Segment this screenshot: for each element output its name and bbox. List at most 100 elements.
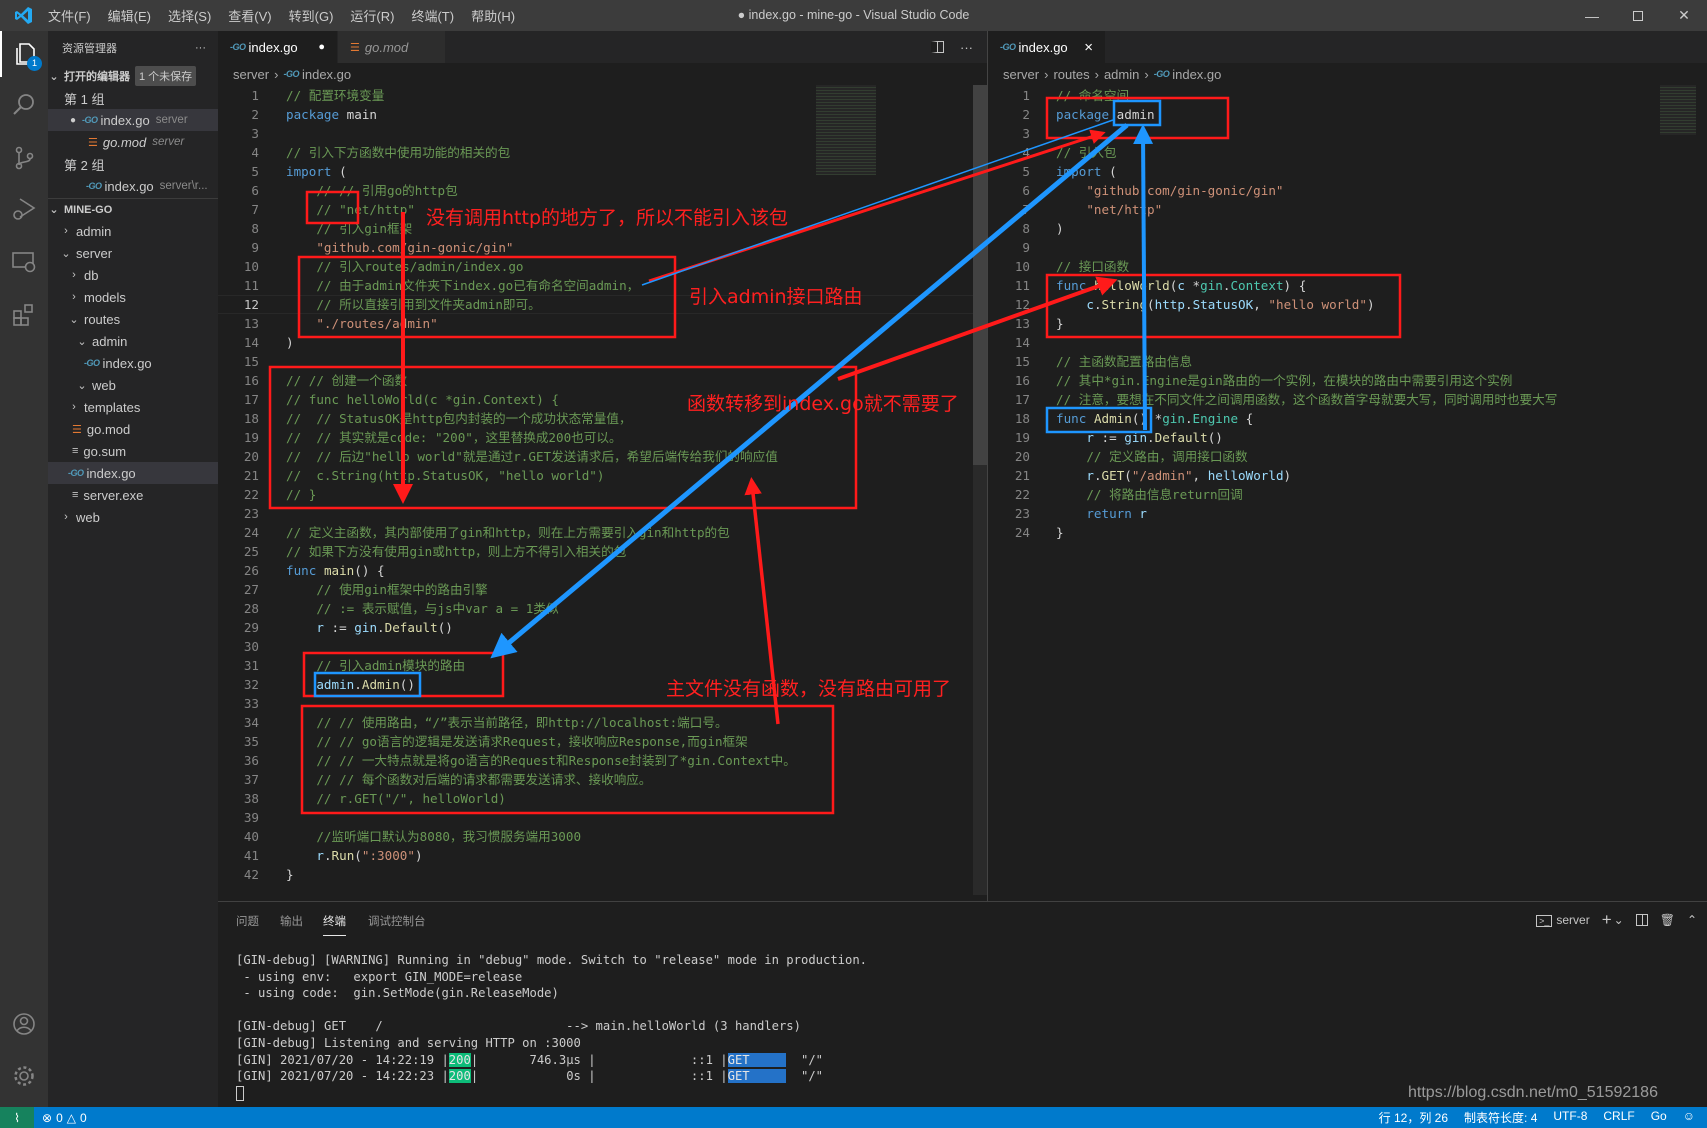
source-control-button[interactable]: [0, 135, 48, 181]
code-line[interactable]: 2 package main: [218, 105, 973, 124]
tab-size[interactable]: 制表符长度: 4: [1464, 1109, 1537, 1126]
tree-file-server-exe[interactable]: ≡ server.exe: [48, 484, 218, 506]
tree-folder-admin[interactable]: › admin: [48, 220, 218, 242]
code-line[interactable]: 18 func Admin() *gin.Engine {: [988, 409, 1688, 428]
code-line[interactable]: 6 "github.com/gin-gonic/gin": [988, 181, 1688, 200]
code-line[interactable]: 22 // 将路由信息return回调: [988, 485, 1688, 504]
code-line[interactable]: 16 // // 创建一个函数: [218, 371, 973, 390]
tab-index-go[interactable]: -GO index.go ●: [218, 31, 338, 63]
code-line[interactable]: 23: [218, 504, 973, 523]
tree-folder-templates[interactable]: › templates: [48, 396, 218, 418]
explorer-button[interactable]: 1: [0, 31, 48, 77]
accounts-button[interactable]: [0, 1001, 48, 1047]
tree-file-go-mod[interactable]: ☰ go.mod: [48, 418, 218, 440]
code-line[interactable]: 15: [218, 352, 973, 371]
code-line[interactable]: 3: [988, 124, 1688, 143]
feedback-icon[interactable]: ☺: [1683, 1109, 1695, 1126]
open-editor-go-mod[interactable]: ☰ go.mod server: [48, 131, 218, 153]
split-terminal-icon[interactable]: [1635, 914, 1648, 926]
code-line[interactable]: 13 "./routes/admin": [218, 314, 973, 333]
code-line[interactable]: 16 // 其中*gin.Engine是gin路由的一个实例，在模块的路由中需要引…: [988, 371, 1688, 390]
code-line[interactable]: 5 import (: [218, 162, 973, 181]
code-line[interactable]: 41 r.Run(":3000"): [218, 846, 973, 865]
menu-help[interactable]: 帮助(H): [471, 6, 515, 25]
close-tab-icon[interactable]: ×: [1084, 39, 1093, 56]
code-line[interactable]: 21 r.GET("/admin", helloWorld): [988, 466, 1688, 485]
right-code-area[interactable]: 1// 命名空间 2 package admin 3 4// 引入包 5 import (6…: [988, 86, 1688, 542]
code-line[interactable]: 4 // 引入下方函数中使用功能的相关的包: [218, 143, 973, 162]
language-mode[interactable]: Go: [1651, 1109, 1667, 1126]
code-line[interactable]: 31 // 引入admin模块的路由: [218, 656, 973, 675]
menu-edit[interactable]: 编辑(E): [108, 6, 151, 25]
menu-selection[interactable]: 选择(S): [168, 6, 211, 25]
unsaved-dot-icon[interactable]: ●: [318, 41, 325, 53]
breadcrumb-item[interactable]: server: [1003, 67, 1039, 82]
tab-go-mod[interactable]: ☰ go.mod: [338, 31, 446, 63]
open-editor-routes-index-go[interactable]: -GO index.go server\r...: [48, 175, 218, 197]
code-line[interactable]: 27 // 使用gin框架中的路由引擎: [218, 580, 973, 599]
code-line[interactable]: 6 // // 引用go的http包: [218, 181, 973, 200]
code-line[interactable]: 2 package admin: [988, 105, 1688, 124]
terminal-output[interactable]: [GIN-debug] [WARNING] Running in "debug"…: [236, 952, 867, 1101]
code-line[interactable]: 11 func helloWorld(c *gin.Context) {: [988, 276, 1688, 295]
maximize-button[interactable]: [1615, 0, 1661, 31]
code-line[interactable]: 35 // // go语言的逻辑是发送请求Request，接收响应Respons…: [218, 732, 973, 751]
code-line[interactable]: 8): [988, 219, 1688, 238]
menu-run[interactable]: 运行(R): [350, 6, 394, 25]
cursor-position[interactable]: 行 12，列 26: [1379, 1109, 1448, 1126]
project-header[interactable]: ⌄ MINE-GO: [48, 198, 218, 220]
breadcrumb-item[interactable]: server: [233, 67, 269, 82]
code-line[interactable]: 14: [988, 333, 1688, 352]
code-line[interactable]: 30: [218, 637, 973, 656]
code-line[interactable]: 17 // 注意，要想在不同文件之间调用函数，这个函数首字母就要大写，同时调用时也…: [988, 390, 1688, 409]
menu-terminal[interactable]: 终端(T): [411, 6, 454, 25]
menu-view[interactable]: 查看(V): [228, 6, 271, 25]
close-window-button[interactable]: ✕: [1661, 0, 1707, 31]
tree-folder-routes-admin[interactable]: ⌄ admin: [48, 330, 218, 352]
code-line[interactable]: 1 // 配置环境变量: [218, 86, 973, 105]
search-button[interactable]: [0, 82, 48, 128]
tree-file-go-sum[interactable]: ≡ go.sum: [48, 440, 218, 462]
encoding[interactable]: UTF-8: [1553, 1109, 1587, 1126]
code-line[interactable]: 23 return r: [988, 504, 1688, 523]
code-line[interactable]: 42}: [218, 865, 973, 884]
code-line[interactable]: 9 "github.com/gin-gonic/gin": [218, 238, 973, 257]
add-terminal-icon[interactable]: +: [1602, 910, 1612, 930]
minimize-button[interactable]: —: [1569, 0, 1615, 31]
code-line[interactable]: 22 // }: [218, 485, 973, 504]
tab-problems[interactable]: 问题: [236, 913, 259, 929]
split-editor-icon[interactable]: [931, 41, 944, 53]
code-line[interactable]: 34 // // 使用路由，“/”表示当前路径，即http://localhos…: [218, 713, 973, 732]
code-line[interactable]: 5 import (: [988, 162, 1688, 181]
code-line[interactable]: 38 // r.GET("/", helloWorld): [218, 789, 973, 808]
code-line[interactable]: 7 "net/http": [988, 200, 1688, 219]
breadcrumb-item[interactable]: routes: [1053, 67, 1089, 82]
more-actions-icon[interactable]: ···: [960, 40, 973, 55]
code-line[interactable]: 14): [218, 333, 973, 352]
code-line[interactable]: 26 func main() {: [218, 561, 973, 580]
code-line[interactable]: 10 // 接口函数: [988, 257, 1688, 276]
chevron-up-icon[interactable]: ⌃: [1687, 913, 1697, 927]
remote-explorer-button[interactable]: [0, 239, 48, 285]
code-line[interactable]: 24 // 定义主函数，其内部使用了gin和http，则在上方需要引入gin和ht…: [218, 523, 973, 542]
code-line[interactable]: 20 // 定义路由，调用接口函数: [988, 447, 1688, 466]
code-line[interactable]: 3: [218, 124, 973, 143]
tab-debug-console[interactable]: 调试控制台: [368, 913, 426, 929]
menu-file[interactable]: 文件(F): [48, 6, 91, 25]
breadcrumb-item[interactable]: admin: [1104, 67, 1139, 82]
code-line[interactable]: 40 //监听端口默认为8080，我习惯服务端用3000: [218, 827, 973, 846]
open-editor-index-go[interactable]: ● -GO index.go server: [48, 109, 218, 131]
code-line[interactable]: 9: [988, 238, 1688, 257]
tree-folder-web[interactable]: › web: [48, 506, 218, 528]
tree-folder-db[interactable]: › db: [48, 264, 218, 286]
code-line[interactable]: 15 // 主函数配置路由信息: [988, 352, 1688, 371]
terminal-select[interactable]: >_ server: [1536, 913, 1590, 927]
code-line[interactable]: 29 r := gin.Default(): [218, 618, 973, 637]
extensions-button[interactable]: [0, 292, 48, 338]
run-debug-button[interactable]: [0, 186, 48, 232]
code-line[interactable]: 28 // := 表示赋值，与js中var a = 1类似: [218, 599, 973, 618]
code-line[interactable]: 1 // 命名空间: [988, 86, 1688, 105]
problems-indicator[interactable]: ⊗ 0 △ 0: [42, 1111, 87, 1125]
manage-button[interactable]: [0, 1053, 48, 1099]
code-line[interactable]: 19 r := gin.Default(): [988, 428, 1688, 447]
